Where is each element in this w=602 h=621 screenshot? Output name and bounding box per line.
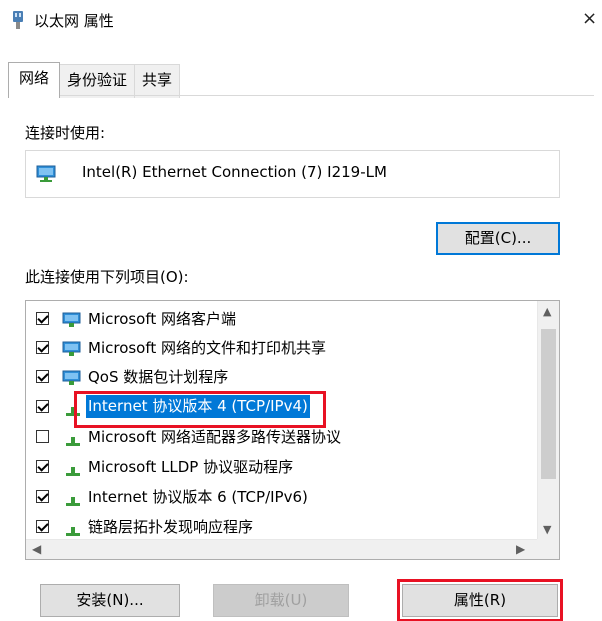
item-checkbox[interactable] xyxy=(36,400,49,413)
annotation-highlight-box xyxy=(74,391,326,428)
item-checkbox[interactable] xyxy=(36,430,49,443)
item-checkbox[interactable] xyxy=(36,341,49,354)
list-item[interactable]: QoS 数据包计划程序 xyxy=(26,363,536,392)
scroll-left-icon[interactable]: ◀ xyxy=(32,542,41,556)
item-label: 链路层拓扑发现响应程序 xyxy=(88,518,254,536)
protocol-icon xyxy=(66,437,80,446)
adapter-box: Intel(R) Ethernet Connection (7) I219-LM xyxy=(25,150,560,198)
item-label: QoS 数据包计划程序 xyxy=(88,368,229,386)
item-checkbox[interactable] xyxy=(36,520,49,533)
tab-authentication[interactable]: 身份验证 xyxy=(60,64,136,98)
scroll-up-icon[interactable]: ▲ xyxy=(543,305,551,318)
item-checkbox[interactable] xyxy=(36,312,49,325)
list-item[interactable]: Microsoft 网络的文件和打印机共享 xyxy=(26,334,536,363)
properties-button[interactable]: 属性(R) xyxy=(397,579,563,621)
scroll-thumb[interactable] xyxy=(541,329,556,479)
network-client-icon xyxy=(62,341,81,356)
connect-using-label: 连接时使用: xyxy=(25,124,106,142)
network-client-icon xyxy=(62,312,81,327)
list-item[interactable]: Microsoft LLDP 协议驱动程序 xyxy=(26,453,536,482)
scrollbar-corner xyxy=(537,539,559,559)
tab-panel-border xyxy=(8,95,594,96)
scroll-right-icon[interactable]: ▶ xyxy=(516,542,525,556)
network-client-icon xyxy=(62,370,81,385)
protocol-icon xyxy=(66,497,80,506)
item-checkbox[interactable] xyxy=(36,490,49,503)
network-adapter-icon xyxy=(36,165,56,182)
item-label: Microsoft 网络适配器多路传送器协议 xyxy=(88,428,342,446)
items-label: 此连接使用下列项目(O): xyxy=(25,268,189,286)
configure-button[interactable]: 配置(C)... xyxy=(436,222,560,255)
list-item[interactable]: Internet 协议版本 6 (TCP/IPv6) xyxy=(26,483,536,512)
item-label: Microsoft 网络的文件和打印机共享 xyxy=(88,339,327,357)
title-bar: 以太网 属性 × xyxy=(0,0,602,40)
vertical-scrollbar[interactable]: ▲ ▼ xyxy=(537,301,559,540)
protocol-icon xyxy=(66,527,80,536)
protocol-icon xyxy=(66,467,80,476)
scroll-down-icon[interactable]: ▼ xyxy=(543,523,551,536)
item-label: Internet 协议版本 6 (TCP/IPv6) xyxy=(88,488,308,506)
item-label: Microsoft LLDP 协议驱动程序 xyxy=(88,458,294,476)
ethernet-plug-icon xyxy=(13,11,23,29)
window-title: 以太网 属性 xyxy=(34,12,114,30)
horizontal-scrollbar[interactable]: ◀ ▶ xyxy=(26,539,559,559)
item-label: Microsoft 网络客户端 xyxy=(88,310,237,328)
adapter-name: Intel(R) Ethernet Connection (7) I219-LM xyxy=(82,163,387,181)
item-checkbox[interactable] xyxy=(36,460,49,473)
uninstall-button[interactable]: 卸载(U) xyxy=(213,584,349,617)
close-button[interactable]: × xyxy=(582,8,597,29)
item-checkbox[interactable] xyxy=(36,370,49,383)
tab-strip: 网络 身份验证 共享 xyxy=(8,62,181,98)
components-list[interactable]: Microsoft 网络客户端 Microsoft 网络的文件和打印机共享 Qo… xyxy=(25,300,560,560)
tab-network[interactable]: 网络 xyxy=(8,62,61,98)
list-item[interactable]: Microsoft 网络客户端 xyxy=(26,305,536,334)
tab-sharing[interactable]: 共享 xyxy=(135,64,181,98)
install-button[interactable]: 安装(N)... xyxy=(40,584,180,617)
list-item[interactable]: 链路层拓扑发现响应程序 xyxy=(26,513,536,542)
